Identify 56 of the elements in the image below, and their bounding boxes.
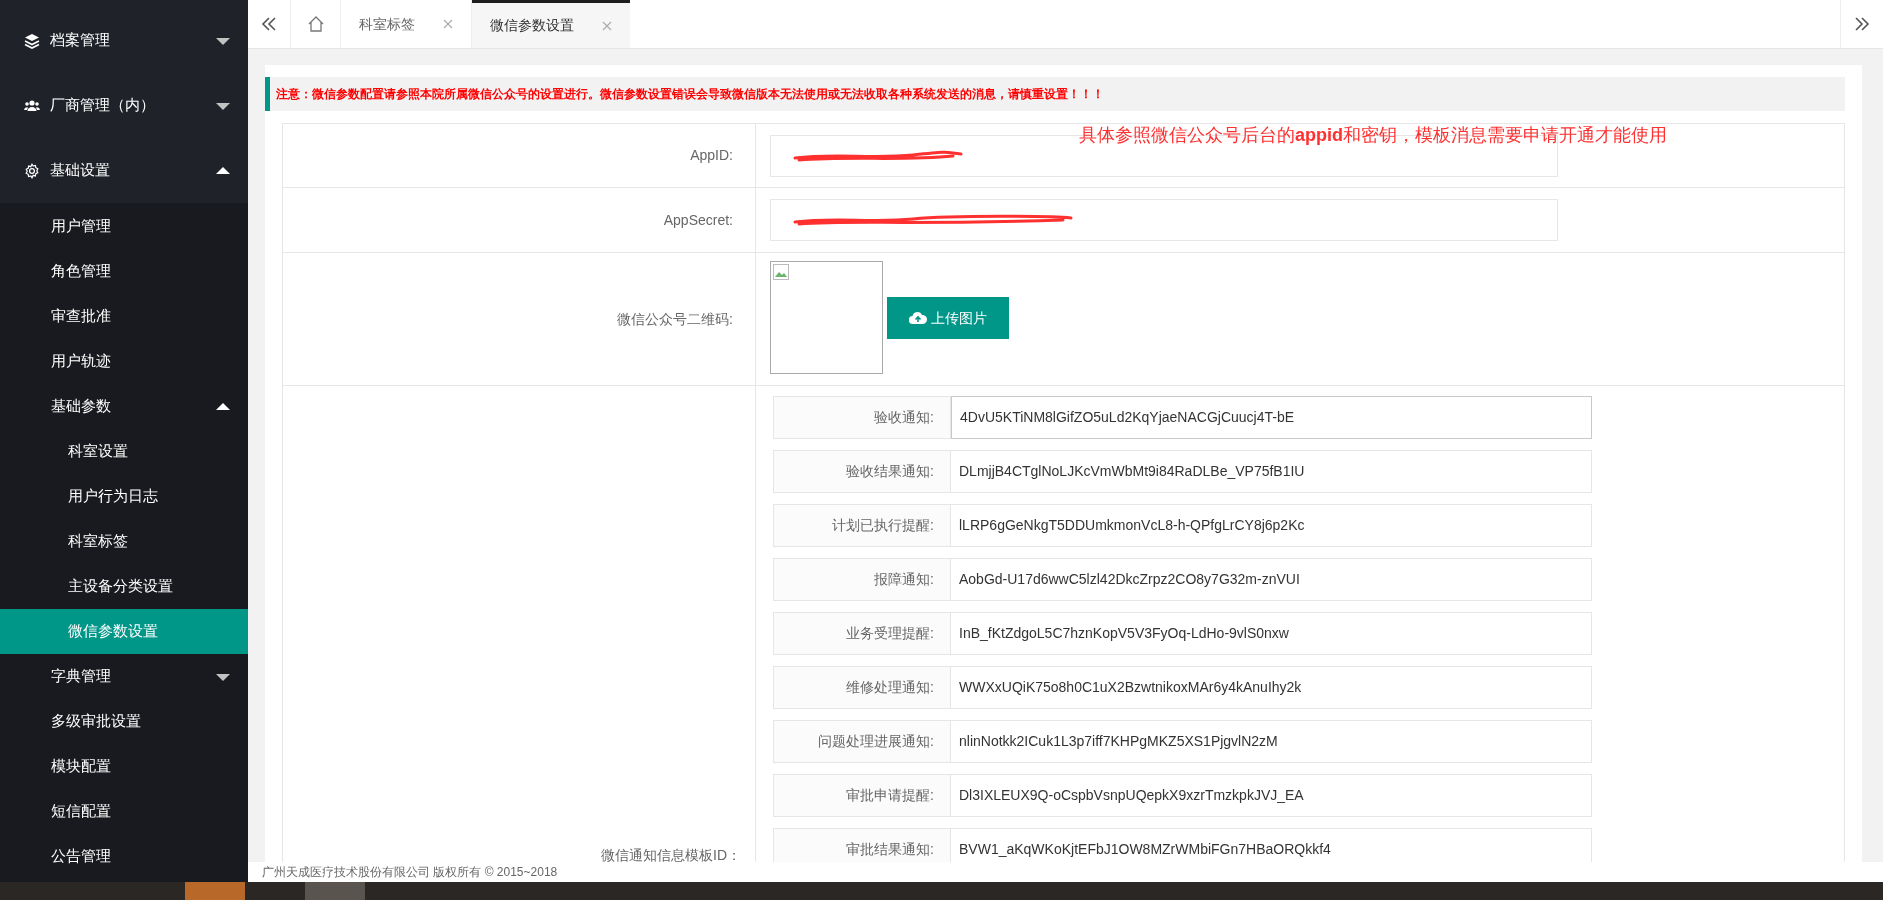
input-field[interactable] (770, 199, 1558, 241)
sidebar-item[interactable]: 审查批准 (0, 294, 248, 339)
close-icon[interactable] (602, 20, 612, 31)
field-label: 审批结果通知: (773, 828, 951, 862)
sidebar-item[interactable]: 主设备分类设置 (0, 564, 248, 609)
layers-icon (24, 32, 40, 49)
double-chevron-right-icon (1853, 16, 1871, 32)
input-field[interactable]: Dl3IXLEUX9Q-oCspbVsnpUQepkX9xzrTmzkpkJVJ_EA (951, 774, 1592, 817)
input-field[interactable]: lLRP6gGeNkgT5DDUmkmonVcL8-h-QPfgLrCY8j6p2Kc (951, 504, 1592, 547)
sidebar-item[interactable]: 微信参数设置 (0, 609, 248, 654)
sidebar-item[interactable]: 字典管理 (0, 654, 248, 699)
tab[interactable]: 微信参数设置 (472, 0, 630, 48)
sidebar-item[interactable]: 多级审批设置 (0, 699, 248, 744)
footer-text: 广州天成医疗技术股份有限公司 版权所有 © 2015~2018 (248, 862, 1883, 882)
input-field[interactable]: AobGd-U17d6wwC5lzl42DkcZrpz2CO8y7G32m-znVUI (951, 558, 1592, 601)
hint-text: 具体参照微信公众号后台的appid和密钥，模板消息需要申请开通才能使用 (1079, 124, 1667, 147)
field-label: 审批申请提醒: (773, 774, 951, 817)
settings-icon (24, 162, 40, 179)
input-field[interactable]: BVW1_aKqWKoKjtEFbJ1OW8MZrWMbiFGn7HBaORQkkf4 (951, 828, 1592, 862)
field-label: 计划已执行提醒: (773, 504, 951, 547)
sidebar-item[interactable]: 用户行为日志 (0, 474, 248, 519)
field-label: 验收结果通知: (773, 450, 951, 493)
input-field[interactable]: nlinNotkk2ICuk1L3p7iff7KHPgMKZ5XS1PjgvlN2zM (951, 720, 1592, 763)
field-label: 业务受理提醒: (773, 612, 951, 655)
sidebar-item[interactable]: 用户轨迹 (0, 339, 248, 384)
field-label: 报障通知: (773, 558, 951, 601)
sidebar-item[interactable]: 模块配置 (0, 744, 248, 789)
double-chevron-left-icon (260, 16, 278, 32)
input-field[interactable]: DLmjjB4CTglNoLJKcVmWbMt9i84RaDLBe_VP75fB1IU (951, 450, 1592, 493)
field-label: 微信公众号二维码: (617, 309, 733, 329)
field-label: AppID: (690, 146, 733, 165)
field-label: 验收通知: (773, 396, 951, 439)
sidebar-item[interactable]: 短信配置 (0, 789, 248, 834)
sidebar-item[interactable]: 基础参数 (0, 384, 248, 429)
broken-image-icon (773, 264, 789, 280)
home-icon (306, 15, 325, 33)
close-icon[interactable] (443, 19, 453, 29)
sidebar-item[interactable]: 用户管理 (0, 204, 248, 249)
users-icon (24, 97, 40, 114)
field-label: 微信通知信息模板ID： (601, 846, 741, 862)
sidebar-item[interactable]: 公告管理 (0, 834, 248, 879)
sidebar-item[interactable]: 角色管理 (0, 249, 248, 294)
field-label: AppSecret: (663, 210, 733, 230)
sidebar-item[interactable]: 档案管理 (0, 0, 248, 73)
notice-banner: 注意：微信参数配置请参照本院所属微信公众号的设置进行。微信参数设置错误会导致微信版本无法使用或无法收取各种系统发送的消息，请慎重设置！！！ (265, 77, 1845, 111)
sidebar-item[interactable]: 基础设置 (0, 138, 248, 203)
cloud-upload-icon (909, 311, 927, 325)
sidebar-item[interactable]: 厂商管理（内） (0, 73, 248, 138)
input-field[interactable]: 4DvU5KTiNM8lGifZO5uLd2KqYjaeNACGjCuucj4T-bE (951, 396, 1592, 439)
input-field[interactable]: WWXxUQiK75o8h0C1uX2BzwtnikoxMAr6y4kAnuIhy2k (951, 666, 1592, 709)
sidebar-item[interactable]: 科室设置 (0, 429, 248, 474)
upload-button[interactable]: 上传图片 (887, 297, 1009, 339)
field-label: 问题处理进展通知: (773, 720, 951, 763)
sidebar-item[interactable]: 科室标签 (0, 519, 248, 564)
input-field[interactable]: InB_fKtZdgoL5C7hznKopV5V3FyOq-LdHo-9vlS0nxw (951, 612, 1592, 655)
field-label: 维修处理通知: (773, 666, 951, 709)
